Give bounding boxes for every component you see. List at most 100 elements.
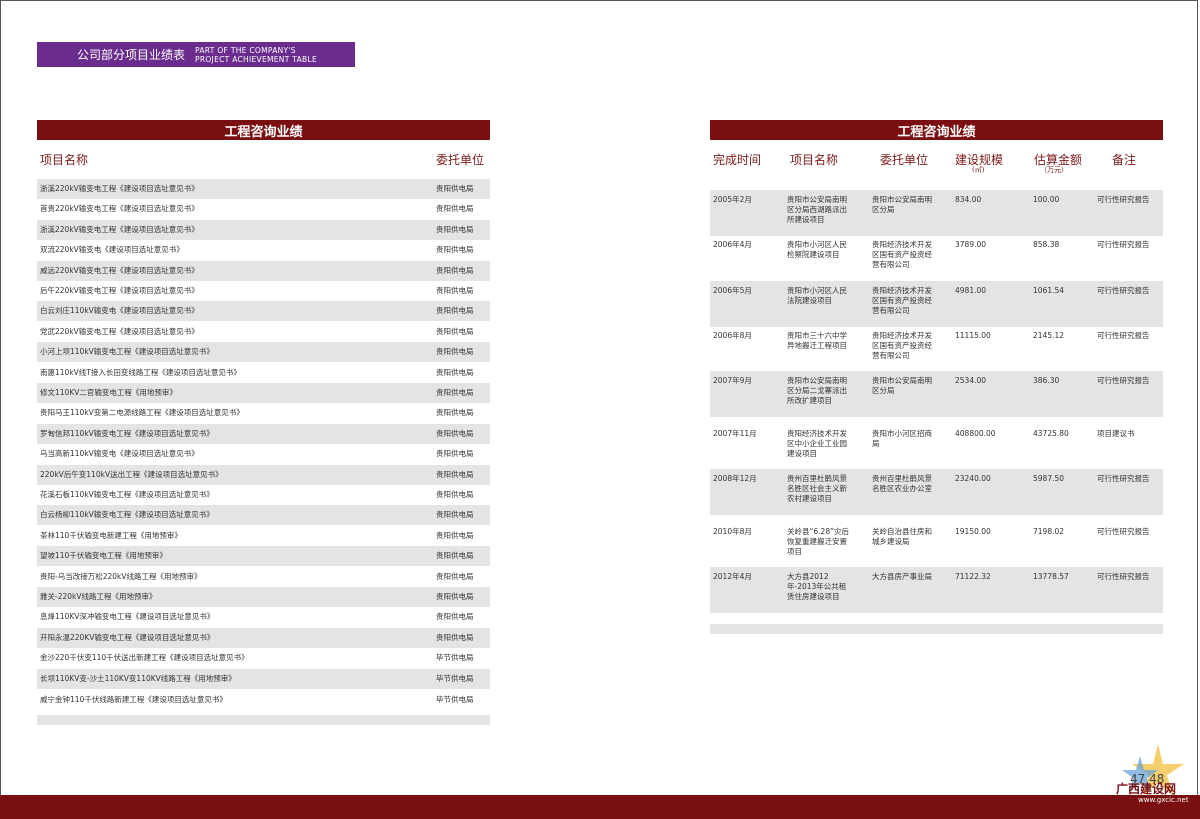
table-row: 双流220kV输变电《建设项目选址意见书》 贵阳供电局 (37, 240, 490, 260)
table-row: 息烽110KV深冲输变电工程《建设项目选址意见书》 贵阳供电局 (37, 607, 490, 627)
cell-remarks: 项目建议书 (1097, 429, 1135, 438)
cell-project-name: 大方县2012年-2013年公共租赁住房建设项目 (787, 572, 847, 601)
cell-remarks: 可行性研究报告 (1097, 527, 1150, 536)
cell-project-name: 南惠110kV线T接入长田变线路工程《建设项目选址意见书》 (40, 367, 241, 377)
cell-amount: 858.38 (1033, 240, 1060, 249)
table-row: 浙溪220kV输变电工程《建设项目选址意见书》 贵阳供电局 (37, 179, 490, 199)
right-col-scale-unit: (㎡) (972, 166, 985, 174)
cell-date: 2006年8月 (713, 331, 752, 340)
cell-date: 2008年12月 (713, 474, 757, 483)
cell-project-name: 220kV后午变110kV送出工程《建设项目选址意见书》 (40, 469, 223, 479)
cell-client: 贵阳市公安局南明区分局 (872, 195, 932, 214)
cell-scale: 3789.00 (955, 240, 987, 249)
right-table-banner: 工程咨询业绩 (710, 120, 1163, 140)
cell-client: 贵阳供电局 (436, 469, 474, 479)
table-row: 2010年8月 关岭县“6.28”灾后恢复重建搬迁安置项目 关岭自治县住房和城乡建设… (710, 522, 1163, 568)
cell-project-name: 首贵220kV输变电工程《建设项目选址意见书》 (40, 204, 199, 214)
cell-project-name: 贵阳市小河区人民检察院建设项目 (787, 240, 847, 259)
section-header-tag: 公司部分项目业绩表 PART OF THE COMPANY'S PROJECT … (37, 42, 355, 67)
table-row: 后午220kV输变电工程《建设项目选址意见书》 贵阳供电局 (37, 281, 490, 301)
cell-project-name: 白云刘庄110kV输变电《建设项目选址意见书》 (40, 306, 199, 316)
cell-project-name: 贵阳市三十六中学异地搬迁工程项目 (787, 331, 847, 350)
cell-remarks: 可行性研究报告 (1097, 376, 1150, 385)
cell-client: 贵阳供电局 (436, 286, 474, 295)
cell-client: 关岭自治县住房和城乡建设局 (872, 527, 932, 546)
table-row: 花溪石板110kV输变电工程《建设项目选址意见书》 贵阳供电局 (37, 485, 490, 505)
cell-client: 贵阳供电局 (436, 428, 474, 438)
cell-amount: 7198.02 (1033, 527, 1065, 536)
cell-remarks: 可行性研究报告 (1097, 195, 1150, 204)
cell-project-name: 威宁金钟110千伏线路新建工程《建设项目选址意见书》 (40, 695, 227, 704)
cell-scale: 834.00 (955, 195, 982, 204)
cell-remarks: 可行性研究报告 (1097, 331, 1150, 340)
cell-remarks: 可行性研究报告 (1097, 572, 1150, 581)
cell-client: 贵阳供电局 (436, 592, 474, 601)
cell-project-name: 党武220kV输变电工程《建设项目选址意见书》 (40, 326, 199, 336)
table-row: 白云杨柳110kV输变电工程《建设项目选址意见书》 贵阳供电局 (37, 505, 490, 526)
cell-client: 贵阳供电局 (436, 388, 474, 397)
cell-scale: 2534.00 (955, 376, 987, 385)
cell-project-name: 双流220kV输变电《建设项目选址意见书》 (40, 245, 184, 255)
cell-scale: 19150.00 (955, 527, 991, 536)
table-row: 小河上坝110kV输变电工程《建设项目选址意见书》 贵阳供电局 (37, 342, 490, 363)
table-row: 威宁金钟110千伏线路新建工程《建设项目选址意见书》 毕节供电局 (37, 690, 490, 710)
cell-amount: 13778.57 (1033, 572, 1069, 581)
cell-project-name: 贵州百里杜鹃风景名胜区社会主义新农村建设项目 (787, 474, 847, 503)
cell-client: 贵阳供电局 (436, 245, 474, 255)
cell-project-name: 浙溪220kV输变电工程《建设项目选址意见书》 (40, 224, 199, 234)
table-row: 贵阳-乌当改接万松220kV线路工程《用地预审》 贵阳供电局 (37, 567, 490, 587)
table-row: 开阳永温220KV输变电工程《建设项目选址意见书》 贵阳供电局 (37, 627, 490, 648)
cell-client: 贵阳市公安局南明区分局 (872, 376, 932, 395)
cell-client: 贵阳供电局 (436, 551, 474, 561)
cell-amount: 2145.12 (1033, 331, 1065, 340)
cell-project-name: 金沙220千伏变110千伏送出新建工程《建设项目选址意见书》 (40, 653, 249, 663)
bottom-bar (0, 795, 1200, 819)
cell-project-name: 贵阳经济技术开发区中小企业工业园建设项目 (787, 429, 847, 458)
cell-client: 毕节供电局 (436, 653, 474, 663)
right-table-end-bar (710, 624, 1163, 634)
table-row: 2006年4月 贵阳市小河区人民检察院建设项目 贵阳经济技术开发区国有资产投资经营有… (710, 235, 1163, 281)
logo-text: 广西建设网 (1116, 782, 1177, 796)
cell-client: 毕节供电局 (436, 673, 474, 683)
cell-client: 贵阳供电局 (436, 204, 474, 214)
table-row: 2006年8月 贵阳市三十六中学异地搬迁工程项目 贵阳经济技术开发区国有资产投资经营… (710, 326, 1163, 372)
cell-client: 贵阳供电局 (436, 449, 474, 459)
cell-date: 2012年4月 (713, 572, 752, 581)
table-row: 2007年11月 贵阳经济技术开发区中小企业工业园建设项目 贵阳市小河区招商局 408… (710, 424, 1163, 470)
cell-remarks: 可行性研究报告 (1097, 240, 1150, 249)
cell-project-name: 贵阳市小河区人民法院建设项目 (787, 286, 847, 305)
cell-client: 贵阳供电局 (436, 408, 474, 418)
cell-scale: 408800.00 (955, 429, 996, 438)
table-row: 220kV后午变110kV送出工程《建设项目选址意见书》 贵阳供电局 (37, 464, 490, 485)
cell-client: 贵阳供电局 (436, 224, 474, 234)
right-col-date: 完成时间 (713, 153, 762, 167)
cell-client: 贵阳供电局 (436, 306, 474, 316)
table-row: 首贵220kV输变电工程《建设项目选址意见书》 贵阳供电局 (37, 199, 490, 219)
left-table-banner: 工程咨询业绩 (37, 120, 490, 140)
cell-project-name: 开阳永温220KV输变电工程《建设项目选址意见书》 (40, 632, 215, 642)
table-row: 2006年5月 贵阳市小河区人民法院建设项目 贵阳经济技术开发区国有资产投资经营有限… (710, 281, 1163, 327)
table-row: 南惠110kV线T接入长田变线路工程《建设项目选址意见书》 贵阳供电局 (37, 363, 490, 383)
cell-client: 贵阳供电局 (436, 265, 474, 275)
cell-project-name: 茶林110千伏输变电新建工程《用地预审》 (40, 530, 182, 540)
cell-project-name: 后午220kV输变电工程《建设项目选址意见书》 (40, 286, 199, 295)
cell-scale: 23240.00 (955, 474, 991, 483)
cell-amount: 386.30 (1033, 376, 1060, 385)
cell-project-name: 贵阳马王110kV变第二电源线路工程《建设项目选址意见书》 (40, 408, 244, 418)
cell-client: 贵阳供电局 (436, 326, 474, 336)
cell-client: 大方县房产事业局 (872, 572, 932, 581)
cell-date: 2005年2月 (713, 195, 752, 204)
table-row: 雅关-220kV线路工程《用地预审》 贵阳供电局 (37, 587, 490, 607)
right-col-project-name: 项目名称 (790, 153, 839, 167)
cell-date: 2006年4月 (713, 240, 752, 249)
cell-amount: 43725.80 (1033, 429, 1069, 438)
right-col-client: 委托单位 (880, 153, 929, 167)
cell-project-name: 贵阳市公安局南明区分局西湖路派出所建设项目 (787, 195, 847, 224)
cell-client: 贵阳供电局 (436, 347, 474, 357)
table-row: 白云刘庄110kV输变电《建设项目选址意见书》 贵阳供电局 (37, 301, 490, 322)
cell-client: 贵阳经济技术开发区国有资产投资经营有限公司 (872, 286, 932, 315)
cell-project-name: 望坡110千伏输变电工程《用地预审》 (40, 551, 167, 561)
cell-client: 贵阳供电局 (436, 490, 474, 499)
cell-scale: 4981.00 (955, 286, 987, 295)
cell-project-name: 贵阳-乌当改接万松220kV线路工程《用地预审》 (40, 571, 202, 581)
